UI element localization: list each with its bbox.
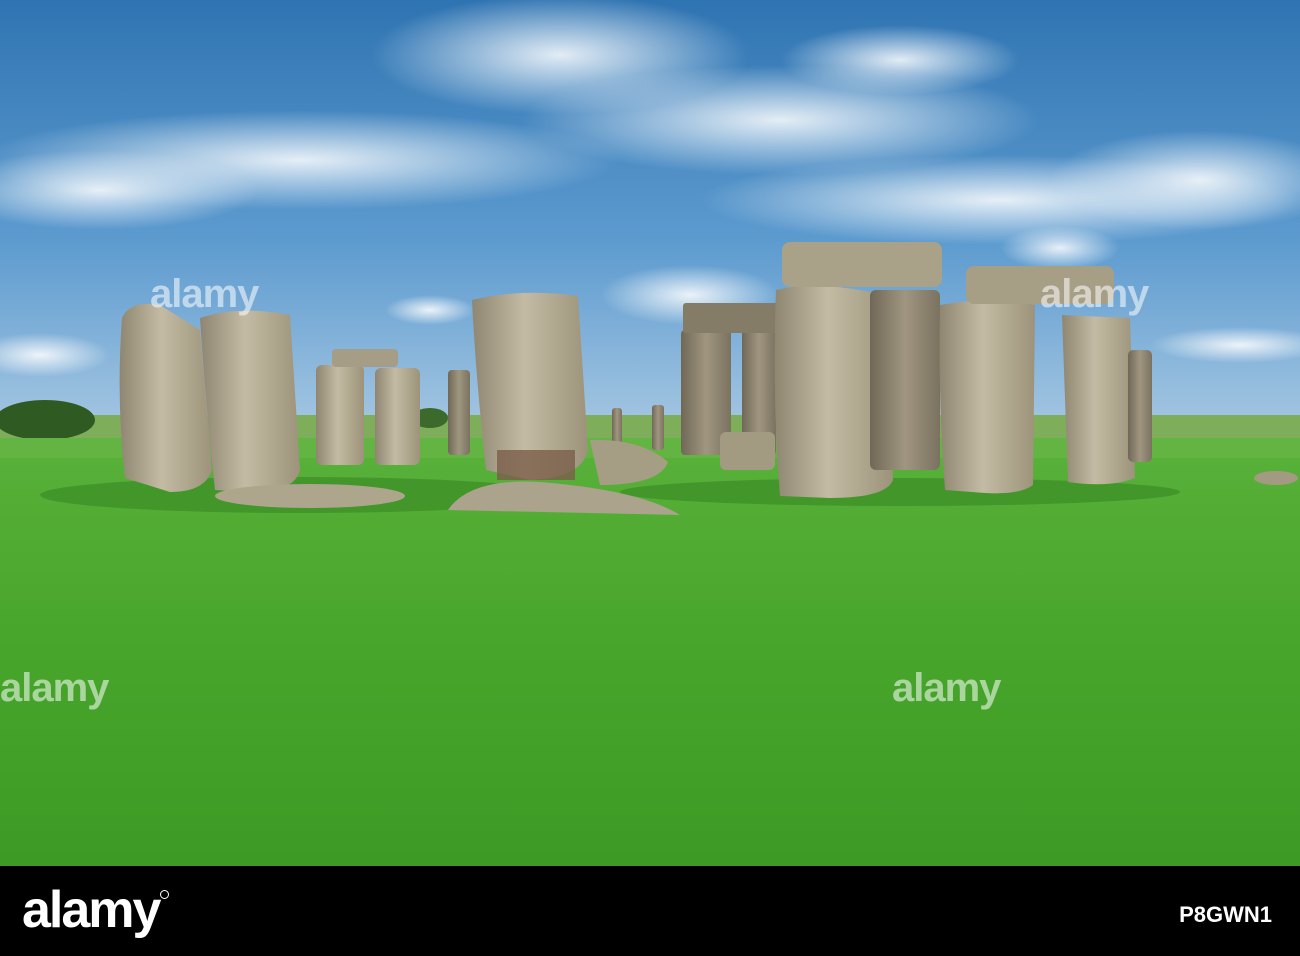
watermark: alamy [0,666,109,710]
watermark: alamy [892,666,1001,710]
footer-bar: alamy P8GWN1 [0,866,1300,956]
stone [1062,315,1135,485]
watermark: alamy [150,272,259,316]
stone [939,300,1035,494]
stock-photo-page: alamy alamy alamy alamy alamy P8GWN1 [0,0,1300,956]
stone [200,310,300,492]
alamy-logo: alamy [22,881,161,939]
photo: alamy alamy alamy alamy [0,0,1300,866]
image-code: P8GWN1 [1179,902,1272,927]
stonehenge-photo [0,0,1300,866]
watermark: alamy [1040,272,1149,316]
registered-mark-icon [160,890,169,899]
stone [119,303,212,492]
